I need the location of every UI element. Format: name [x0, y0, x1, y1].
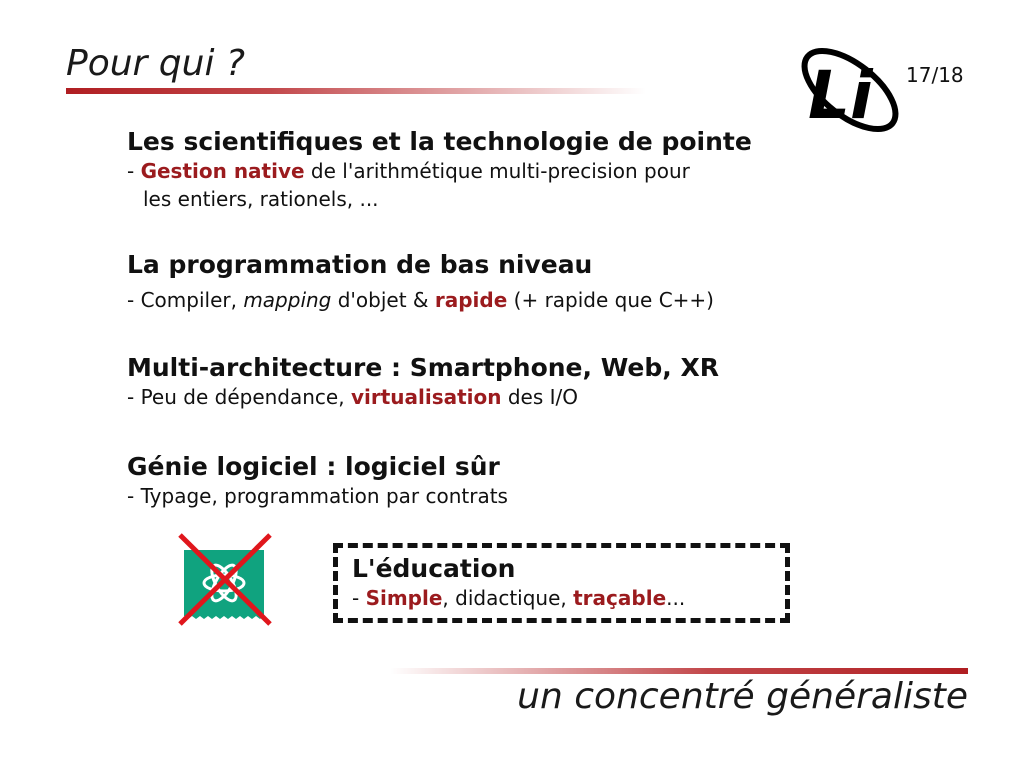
highlight-text: virtualisation — [350, 385, 502, 409]
highlight-text: rapide — [434, 288, 508, 312]
slide-title: Pour qui ? — [66, 43, 246, 84]
logo-text: Li — [808, 57, 874, 134]
education-heading: L'éducation — [352, 554, 516, 583]
section-line: - Compiler, mapping d'objet & rapide (+ … — [127, 288, 714, 312]
page-number: 17/18 — [906, 63, 964, 87]
section-line: - Peu de dépendance, virtualisation des … — [127, 385, 579, 409]
section-line: - Typage, programmation par contrats — [127, 484, 508, 508]
section-low-level: La programmation de bas niveau - Compile… — [127, 250, 714, 314]
chatgpt-logo-icon — [178, 533, 272, 626]
footer-rule — [390, 668, 968, 674]
section-heading: Génie logiciel : logiciel sûr — [127, 452, 500, 481]
section-heading: Multi-architecture : Smartphone, Web, XR — [127, 353, 719, 382]
li-logo: Li — [801, 47, 899, 134]
section-multi-arch: Multi-architecture : Smartphone, Web, XR… — [127, 353, 719, 411]
section-software-eng: Génie logiciel : logiciel sûr - Typage, … — [127, 452, 508, 510]
italic-text: mapping — [243, 288, 332, 312]
section-heading: La programmation de bas niveau — [127, 250, 593, 279]
education-box: L'éducation - Simple, didactique, traçab… — [333, 543, 790, 623]
title-underline — [66, 88, 646, 94]
footer-tagline: un concentré généraliste — [517, 676, 968, 717]
section-heading: Les scientifiques et la technologie de p… — [127, 127, 752, 156]
highlight-text: Simple — [365, 586, 443, 610]
section-line: les entiers, rationels, ... — [143, 187, 379, 211]
highlight-text: Gestion native — [140, 159, 305, 183]
section-line: - Gestion native de l'arithmétique multi… — [127, 159, 690, 183]
section-scientists: Les scientifiques et la technologie de p… — [127, 127, 752, 213]
education-line: - Simple, didactique, traçable... — [352, 586, 686, 610]
highlight-text: traçable — [573, 586, 667, 610]
